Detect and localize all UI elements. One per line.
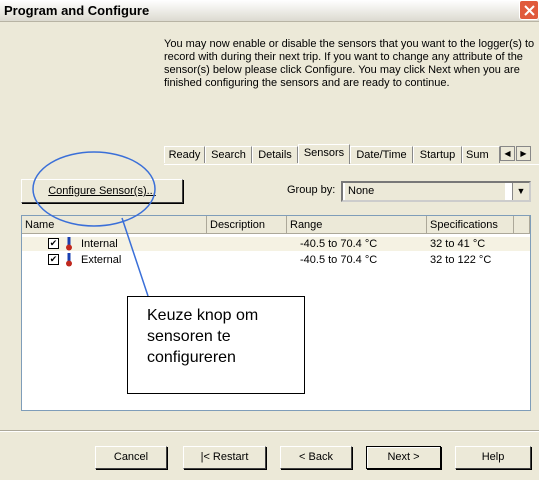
group-by-value: None xyxy=(345,183,505,200)
next-button[interactable]: Next > xyxy=(366,446,441,469)
cancel-button[interactable]: Cancel xyxy=(95,446,167,469)
column-header-filler xyxy=(514,216,530,234)
column-header-description[interactable]: Description xyxy=(207,216,287,234)
tab-date-time[interactable]: Date/Time xyxy=(350,146,413,163)
annotation-callout: Keuze knop om sensoren te configureren xyxy=(127,296,305,394)
sensor-specifications: 32 to 122 °C xyxy=(430,254,492,266)
help-button[interactable]: Help xyxy=(455,446,531,469)
title-bar: Program and Configure xyxy=(0,0,539,22)
restart-button[interactable]: |< Restart xyxy=(183,446,266,469)
tab-sensors[interactable]: Sensors xyxy=(298,144,350,164)
sensor-checkbox[interactable]: ✔ xyxy=(48,238,59,249)
close-button[interactable] xyxy=(519,0,539,20)
back-button[interactable]: < Back xyxy=(280,446,352,469)
tab-scroll-left-icon[interactable]: ◀ xyxy=(500,146,515,161)
tab-ready[interactable]: Ready xyxy=(164,146,205,163)
column-header-range[interactable]: Range xyxy=(287,216,427,234)
sensor-range: -40.5 to 70.4 °C xyxy=(300,238,378,250)
program-configure-window: Program and Configure You may now enable… xyxy=(0,0,539,480)
callout-line-3: configureren xyxy=(147,349,236,366)
tab-summary[interactable]: Sum xyxy=(462,146,500,163)
sensor-name: Internal xyxy=(81,238,118,250)
tab-startup[interactable]: Startup xyxy=(413,146,462,163)
callout-line-1: Keuze knop om xyxy=(147,307,259,324)
chevron-down-icon[interactable]: ▼ xyxy=(512,183,529,200)
configure-sensors-button[interactable]: Configure Sensor(s)... xyxy=(21,179,183,203)
thermometer-icon xyxy=(66,253,72,267)
sensor-name: External xyxy=(81,254,122,266)
tab-details[interactable]: Details xyxy=(252,146,298,163)
instructions-text: You may now enable or disable the sensor… xyxy=(164,38,535,89)
group-by-label: Group by: xyxy=(287,184,336,196)
thermometer-icon xyxy=(66,237,72,251)
callout-line-2: sensoren te xyxy=(147,328,231,345)
tab-search[interactable]: Search xyxy=(205,146,252,163)
close-icon xyxy=(524,5,535,16)
bottom-separator xyxy=(0,430,539,432)
sensor-specifications: 32 to 41 °C xyxy=(430,238,486,250)
column-header-name[interactable]: Name xyxy=(22,216,207,234)
table-row[interactable]: ✔ External -40.5 to 70.4 °C 32 to 122 °C xyxy=(22,253,530,267)
column-header-specifications[interactable]: Specifications xyxy=(427,216,514,234)
table-row[interactable]: ✔ Internal -40.5 to 70.4 °C 32 to 41 °C xyxy=(22,237,530,251)
window-title: Program and Configure xyxy=(4,3,150,18)
group-by-select[interactable]: None ▼ xyxy=(341,181,531,202)
tab-strip: Ready Search Details Sensors Date/Time S… xyxy=(164,144,539,165)
sensor-checkbox[interactable]: ✔ xyxy=(48,254,59,265)
tab-scroll-right-icon[interactable]: ▶ xyxy=(516,146,531,161)
sensor-range: -40.5 to 70.4 °C xyxy=(300,254,378,266)
